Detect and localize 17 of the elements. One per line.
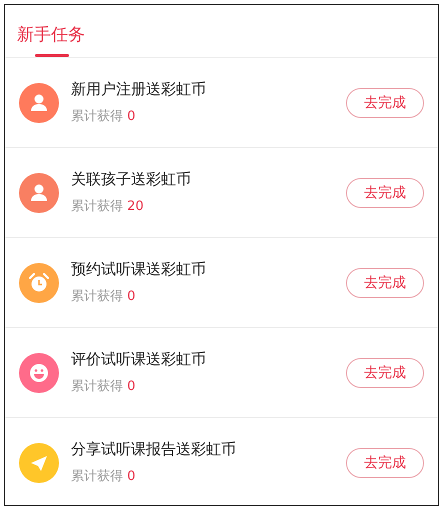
earned-text: 累计获得 0 [71,108,136,125]
earned-text: 累计获得 20 [71,198,145,215]
earned-text: 累计获得 0 [71,288,136,305]
alarm-clock-icon [27,270,51,294]
earned-text: 累计获得 0 [71,378,136,395]
task-title: 评价试听课送彩虹币 [71,350,207,369]
earned-text: 累计获得 0 [71,468,136,485]
complete-button[interactable]: 去完成 [346,358,424,388]
complete-button[interactable]: 去完成 [346,178,424,208]
complete-button[interactable]: 去完成 [346,448,424,478]
tab[interactable]: 新手任务 [13,5,89,57]
task-title: 关联孩子送彩虹币 [71,170,192,189]
task-title: 分享试听课报告送彩虹币 [71,440,237,459]
task-title: 新用户注册送彩虹币 [71,80,207,99]
task-title: 预约试听课送彩虹币 [71,260,207,279]
complete-button[interactable]: 去完成 [346,268,424,298]
complete-button[interactable]: 去完成 [346,88,424,118]
